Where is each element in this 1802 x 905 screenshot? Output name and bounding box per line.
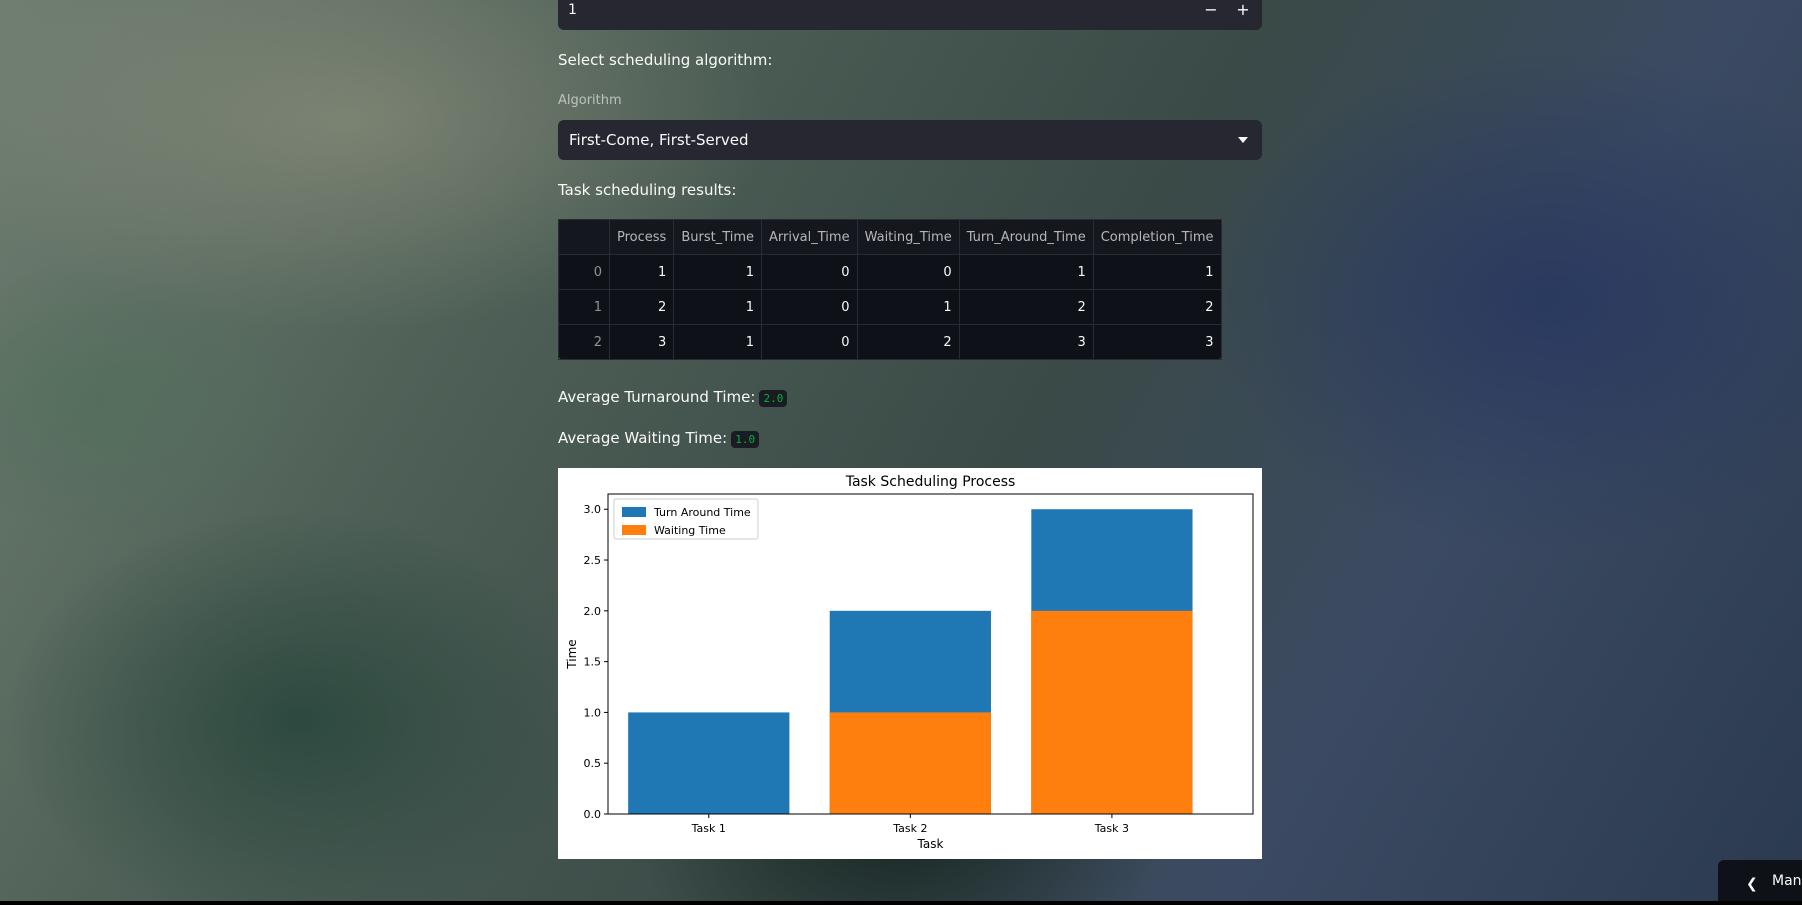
avg-turnaround-label: Average Turnaround Time: (558, 388, 756, 406)
row-index: 2 (558, 324, 610, 360)
column-header: Burst_Time (673, 219, 763, 255)
avg-turnaround-value: 2.0 (759, 390, 788, 407)
table-cell: 2 (1092, 289, 1222, 325)
table-cell: 0 (761, 324, 858, 360)
chart-bar (1031, 610, 1193, 814)
increment-button[interactable]: + (1230, 0, 1256, 24)
chart-svg: Task Scheduling Process 0.0 0.5 1.0 1.5 2.0 2.… (565, 474, 1254, 851)
table-cell: 1 (673, 254, 763, 290)
legend-swatch (622, 525, 646, 535)
table-header-row: Process Burst_Time Arrival_Time Waiting_… (558, 219, 1222, 255)
column-header: Waiting_Time (856, 219, 960, 255)
decrement-button[interactable]: − (1198, 0, 1224, 24)
legend-swatch (622, 507, 646, 517)
y-tick-label: 1.0 (584, 706, 602, 719)
table-cell: 3 (608, 324, 675, 360)
algorithm-label: Algorithm (558, 93, 622, 108)
table-cell: 1 (673, 289, 763, 325)
table-cell: 1 (1092, 254, 1222, 290)
table-cell: 1 (608, 254, 675, 290)
x-axis-label: Task (917, 837, 944, 851)
column-header: Completion_Time (1092, 219, 1222, 255)
algorithm-selected-value: First-Come, First-Served (569, 131, 749, 149)
manage-app-label: Manage app (1772, 873, 1802, 889)
chart-bar (829, 712, 991, 814)
table-cell: 0 (761, 289, 858, 325)
manage-app-button[interactable]: ❮ Manage app (1718, 860, 1802, 905)
y-tick-label: 2.5 (584, 554, 602, 567)
bottom-bar (0, 901, 1802, 905)
avg-waiting-value: 1.0 (731, 431, 760, 448)
y-tick-label: 2.0 (584, 605, 602, 618)
y-tick-label: 0.5 (584, 757, 602, 770)
table-cell: 2 (856, 324, 960, 360)
table-row: 0 1 1 0 0 1 1 (558, 254, 1222, 290)
x-tick-label: Task 1 (691, 822, 726, 835)
table-cell: 1 (958, 254, 1094, 290)
y-tick-label: 1.5 (584, 656, 602, 669)
table-cell: 3 (1092, 324, 1222, 360)
column-header: Process (608, 219, 675, 255)
results-table: Process Burst_Time Arrival_Time Waiting_… (558, 219, 1222, 360)
table-row: 1 2 1 0 1 2 2 (558, 289, 1222, 325)
chevron-down-icon[interactable] (1238, 137, 1248, 143)
legend-label: Waiting Time (654, 524, 726, 537)
chart-title: Task Scheduling Process (845, 474, 1016, 490)
results-heading: Task scheduling results: (558, 181, 737, 199)
y-axis-label: Time (565, 639, 579, 669)
column-header (558, 219, 610, 255)
row-index: 1 (558, 289, 610, 325)
number-input-value[interactable]: 1 (568, 2, 577, 18)
table-row: 2 3 1 0 2 3 3 (558, 324, 1222, 360)
row-index: 0 (558, 254, 610, 290)
column-header: Arrival_Time (761, 219, 858, 255)
x-tick-label: Task 3 (1094, 822, 1129, 835)
chevron-left-icon: ❮ (1746, 876, 1758, 892)
table-cell: 0 (856, 254, 960, 290)
table-cell: 2 (608, 289, 675, 325)
table-cell: 1 (856, 289, 960, 325)
table-cell: 3 (958, 324, 1094, 360)
y-tick-label: 0.0 (584, 808, 602, 821)
legend-label: Turn Around Time (653, 506, 751, 519)
avg-waiting-stat: Average Waiting Time: 1.0 (558, 429, 760, 448)
column-header: Turn_Around_Time (958, 219, 1094, 255)
algorithm-select[interactable]: First-Come, First-Served (558, 120, 1262, 160)
number-input[interactable]: 1 − + (558, 0, 1262, 30)
table-cell: 1 (673, 324, 763, 360)
chart-bar (628, 712, 790, 814)
table-cell: 0 (761, 254, 858, 290)
table-cell: 2 (958, 289, 1094, 325)
avg-turnaround-stat: Average Turnaround Time: 2.0 (558, 388, 788, 407)
scheduling-prompt: Select scheduling algorithm: (558, 51, 773, 69)
x-tick-label: Task 2 (892, 822, 927, 835)
avg-waiting-label: Average Waiting Time: (558, 429, 728, 447)
scheduling-chart: Task Scheduling Process 0.0 0.5 1.0 1.5 2.0 2.… (558, 468, 1262, 859)
y-tick-label: 3.0 (584, 503, 602, 516)
